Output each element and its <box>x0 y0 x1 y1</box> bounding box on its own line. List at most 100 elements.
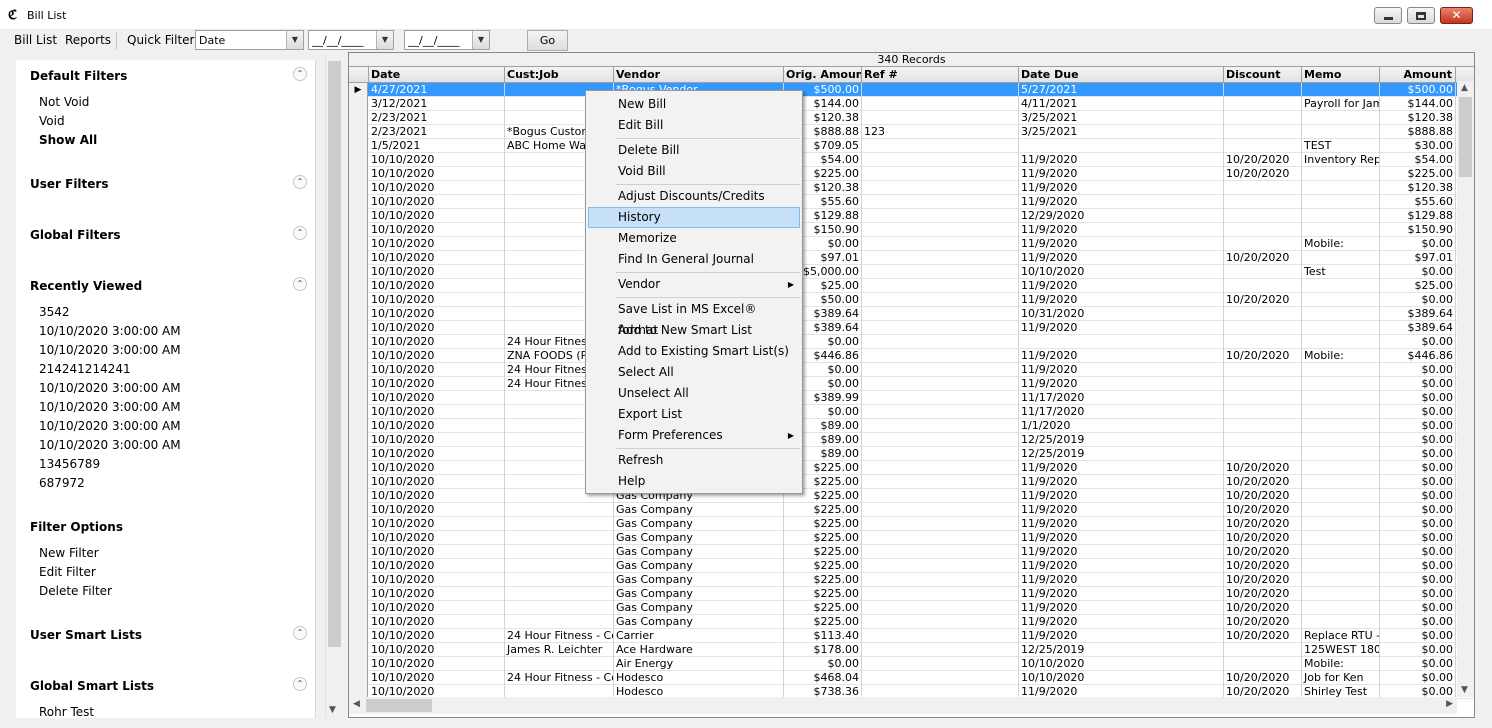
cell-memo[interactable]: Replace RTU - 2 <box>1302 629 1380 643</box>
cell-ref[interactable] <box>862 153 1019 167</box>
cell-orig-amount[interactable]: $225.00 <box>784 517 862 531</box>
cell-cust-job[interactable] <box>505 573 614 587</box>
cell-memo[interactable] <box>1302 573 1380 587</box>
table-row[interactable]: 10/10/202024 Hour Fitness - CorpCarrier$… <box>349 629 1474 643</box>
cell-discount[interactable]: 10/20/2020 <box>1224 531 1302 545</box>
row-indicator[interactable] <box>349 195 368 209</box>
cell-discount[interactable]: 10/20/2020 <box>1224 503 1302 517</box>
cell-date-due[interactable]: 11/9/2020 <box>1019 195 1224 209</box>
menu-item-add-existing-smart-list[interactable]: Add to Existing Smart List(s) <box>588 341 800 362</box>
cell-date-due[interactable]: 11/9/2020 <box>1019 377 1224 391</box>
cell-vendor[interactable]: Gas Company <box>614 587 784 601</box>
cell-ref[interactable] <box>862 111 1019 125</box>
cell-ref[interactable] <box>862 587 1019 601</box>
cell-ref[interactable] <box>862 279 1019 293</box>
cell-memo[interactable] <box>1302 363 1380 377</box>
row-indicator[interactable] <box>349 545 368 559</box>
cell-ref[interactable] <box>862 489 1019 503</box>
cell-date[interactable]: 2/23/2021 <box>369 111 505 125</box>
cell-discount[interactable]: 10/20/2020 <box>1224 349 1302 363</box>
cell-memo[interactable]: Inventory Reple <box>1302 153 1380 167</box>
row-indicator[interactable] <box>349 349 368 363</box>
cell-date-due[interactable]: 11/9/2020 <box>1019 559 1224 573</box>
cell-amount[interactable]: $500.00 <box>1380 83 1456 97</box>
cell-memo[interactable] <box>1302 475 1380 489</box>
cell-discount[interactable] <box>1224 223 1302 237</box>
cell-date[interactable]: 10/10/2020 <box>369 363 505 377</box>
cell-date[interactable]: 10/10/2020 <box>369 573 505 587</box>
cell-date[interactable]: 10/10/2020 <box>369 517 505 531</box>
cell-orig-amount[interactable]: $225.00 <box>784 573 862 587</box>
table-row[interactable]: 10/10/2020 24 Hour Fitness $0.00 11/9/2020 $… <box>349 377 1474 391</box>
table-row[interactable]: 10/10/2020 $54.00 11/9/2020 10/20/2020 Inven… <box>349 153 1474 167</box>
table-row[interactable]: 10/10/2020 $89.00 12/25/2019 $0.00 <box>349 433 1474 447</box>
cell-amount[interactable]: $0.00 <box>1380 559 1456 573</box>
cell-vendor[interactable]: Gas Company <box>614 615 784 629</box>
cell-date[interactable]: 10/10/2020 <box>369 531 505 545</box>
chevron-down-icon[interactable]: ▼ <box>472 31 489 49</box>
table-row[interactable]: 10/10/2020 $55.60 11/9/2020 $55.60 <box>349 195 1474 209</box>
cell-date[interactable]: 10/10/2020 <box>369 391 505 405</box>
cell-ref[interactable] <box>862 139 1019 153</box>
cell-cust-job[interactable]: 24 Hour Fitness - Corp <box>505 671 614 685</box>
row-indicator[interactable] <box>349 461 368 475</box>
cell-discount[interactable] <box>1224 433 1302 447</box>
cell-memo[interactable]: Mobile: <box>1302 237 1380 251</box>
row-indicator[interactable] <box>349 111 368 125</box>
cell-ref[interactable] <box>862 195 1019 209</box>
cell-amount[interactable]: $0.00 <box>1380 363 1456 377</box>
cell-ref[interactable] <box>862 559 1019 573</box>
row-indicator[interactable] <box>349 153 368 167</box>
recent-item[interactable]: 10/10/2020 3:00:00 AM <box>39 400 181 414</box>
row-indicator[interactable] <box>349 559 368 573</box>
scrollbar-thumb[interactable] <box>366 699 432 712</box>
cell-date[interactable]: 10/10/2020 <box>369 601 505 615</box>
cell-cust-job[interactable] <box>505 545 614 559</box>
cell-amount[interactable]: $54.00 <box>1380 153 1456 167</box>
cell-cust-job[interactable] <box>505 615 614 629</box>
recent-item[interactable]: 687972 <box>39 476 85 490</box>
date-to-field[interactable]: __/__/____ ▼ <box>404 30 490 50</box>
grid-horizontal-scrollbar[interactable]: ◀ ▶ <box>349 697 1457 714</box>
cell-orig-amount[interactable]: $225.00 <box>784 601 862 615</box>
collapse-icon[interactable]: ⌃ <box>293 67 307 81</box>
cell-ref[interactable] <box>862 601 1019 615</box>
cell-date-due[interactable]: 11/9/2020 <box>1019 321 1224 335</box>
table-row[interactable]: 10/10/2020 24 Hour Fitness $0.00 $0.00 <box>349 335 1474 349</box>
row-indicator[interactable] <box>349 419 368 433</box>
cell-ref[interactable] <box>862 671 1019 685</box>
scroll-up-icon[interactable]: ▲ <box>1461 83 1468 93</box>
table-row[interactable]: 10/10/2020 ZNA FOODS (PO $446.86 11/9/2020 1… <box>349 349 1474 363</box>
table-row[interactable]: 10/10/2020 $0.00 11/9/2020 Mobile: $0.00 <box>349 237 1474 251</box>
row-indicator[interactable] <box>349 125 368 139</box>
table-row[interactable]: 1/5/2021 ABC Home Warra $709.05 TEST $30.00 <box>349 139 1474 153</box>
cell-ref[interactable] <box>862 237 1019 251</box>
cell-date[interactable]: 10/10/2020 <box>369 335 505 349</box>
row-indicator[interactable] <box>349 251 368 265</box>
table-row[interactable]: 10/10/2020 $389.64 11/9/2020 $389.64 <box>349 321 1474 335</box>
collapse-icon[interactable]: ⌃ <box>293 677 307 691</box>
minimize-button[interactable] <box>1374 7 1402 24</box>
cell-memo[interactable] <box>1302 489 1380 503</box>
cell-date[interactable]: 10/10/2020 <box>369 447 505 461</box>
cell-memo[interactable] <box>1302 307 1380 321</box>
cell-memo[interactable] <box>1302 461 1380 475</box>
collapse-icon[interactable]: ⌃ <box>293 626 307 640</box>
cell-discount[interactable] <box>1224 97 1302 111</box>
table-row[interactable]: 10/10/2020 $389.64 10/31/2020 $389.64 <box>349 307 1474 321</box>
current-row-icon[interactable]: ▶ <box>349 83 368 97</box>
table-row[interactable]: 10/10/2020 $120.38 11/9/2020 $120.38 <box>349 181 1474 195</box>
col-orig-amount[interactable]: Orig. Amount <box>784 67 862 82</box>
cell-date-due[interactable]: 4/11/2021 <box>1019 97 1224 111</box>
cell-cust-job[interactable]: James R. Leichter <box>505 643 614 657</box>
menu-item-void-bill[interactable]: Void Bill <box>588 161 800 182</box>
table-row[interactable]: 10/10/2020 Gas Company $225.00 11/9/2020 10/… <box>349 503 1474 517</box>
cell-amount[interactable]: $0.00 <box>1380 475 1456 489</box>
cell-discount[interactable] <box>1224 139 1302 153</box>
table-row[interactable]: 10/10/2020 $50.00 11/9/2020 10/20/2020 $0.00 <box>349 293 1474 307</box>
cell-date[interactable]: 10/10/2020 <box>369 461 505 475</box>
cell-date[interactable]: 10/10/2020 <box>369 377 505 391</box>
cell-discount[interactable] <box>1224 125 1302 139</box>
collapse-icon[interactable]: ⌃ <box>293 175 307 189</box>
cell-discount[interactable] <box>1224 419 1302 433</box>
